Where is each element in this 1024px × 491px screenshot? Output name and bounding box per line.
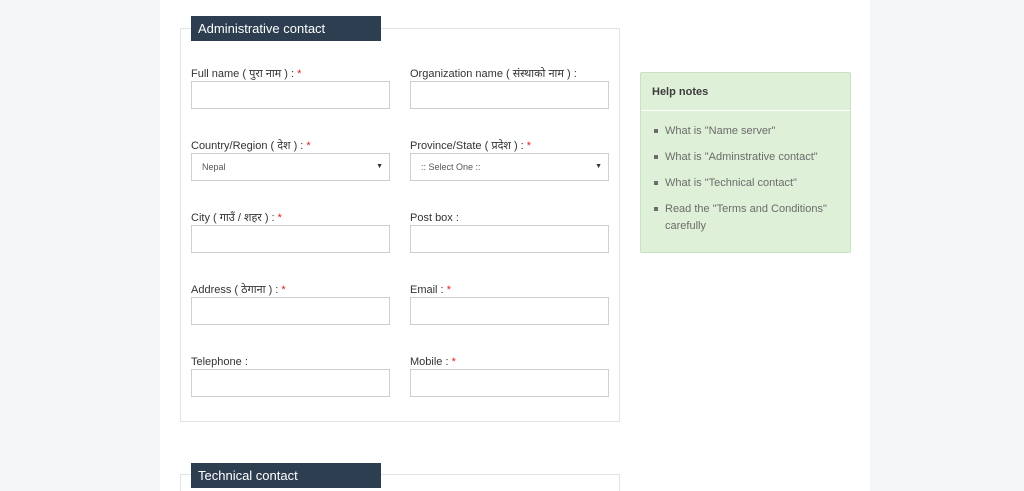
email-label: Email : * xyxy=(410,284,451,296)
help-notes-title: Help notes xyxy=(641,73,850,111)
square-bullet-icon xyxy=(654,181,658,185)
required-mark: * xyxy=(526,140,532,152)
address-field: Address ( ठेगाना ) : * xyxy=(191,283,390,325)
province-select-value: :: Select One :: xyxy=(421,162,481,172)
province-field: Province/State ( प्रदेश ) : * :: Select … xyxy=(410,139,609,181)
province-label: Province/State ( प्रदेश ) : * xyxy=(410,140,532,152)
help-notes-panel: Help notes What is "Name server" What is… xyxy=(640,72,851,253)
square-bullet-icon xyxy=(654,207,658,211)
help-link-terms[interactable]: Read the "Terms and Conditions" carefull… xyxy=(654,201,836,235)
help-notes-list: What is "Name server" What is "Adminstra… xyxy=(641,111,850,235)
caret-down-icon: ▼ xyxy=(595,163,602,170)
help-link-name-server[interactable]: What is "Name server" xyxy=(654,123,836,140)
help-link-admin-contact[interactable]: What is "Adminstrative contact" xyxy=(654,149,836,166)
telephone-field: Telephone : xyxy=(191,355,390,397)
required-mark: * xyxy=(451,356,456,368)
full-name-label: Full name ( पुरा नाम ) : * xyxy=(191,68,302,80)
country-field: Country/Region ( देश ) : * Nepal ▼ xyxy=(191,139,390,181)
help-item-text[interactable]: What is "Adminstrative contact" xyxy=(665,151,818,163)
mobile-label: Mobile : * xyxy=(410,356,456,368)
postbox-label: Post box : xyxy=(410,212,459,224)
admin-contact-legend: Administrative contact xyxy=(191,16,381,41)
required-mark: * xyxy=(306,140,311,152)
telephone-input[interactable] xyxy=(191,369,390,397)
help-item-text[interactable]: What is "Name server" xyxy=(665,125,776,137)
city-label: City ( गाउँ / शहर ) : * xyxy=(191,212,282,224)
full-name-field: Full name ( पुरा नाम ) : * xyxy=(191,67,390,109)
email-field: Email : * xyxy=(410,283,609,325)
square-bullet-icon xyxy=(654,129,658,133)
help-link-technical-contact[interactable]: What is "Technical contact" xyxy=(654,175,836,192)
required-mark: * xyxy=(281,284,286,296)
org-name-label: Organization name ( संस्थाको नाम ) : xyxy=(410,68,577,80)
country-label: Country/Region ( देश ) : * xyxy=(191,140,311,152)
full-name-input[interactable] xyxy=(191,81,390,109)
city-input[interactable] xyxy=(191,225,390,253)
country-select-value: Nepal xyxy=(202,162,226,172)
org-name-field: Organization name ( संस्थाको नाम ) : xyxy=(410,67,609,109)
required-mark: * xyxy=(446,284,451,296)
org-name-input[interactable] xyxy=(410,81,609,109)
country-select[interactable]: Nepal ▼ xyxy=(191,153,390,181)
help-item-text[interactable]: What is "Technical contact" xyxy=(665,177,797,189)
email-input[interactable] xyxy=(410,297,609,325)
postbox-field: Post box : xyxy=(410,211,609,253)
city-field: City ( गाउँ / शहर ) : * xyxy=(191,211,390,253)
square-bullet-icon xyxy=(654,155,658,159)
province-select[interactable]: :: Select One :: ▼ xyxy=(410,153,609,181)
address-input[interactable] xyxy=(191,297,390,325)
telephone-label: Telephone : xyxy=(191,356,248,368)
technical-contact-legend: Technical contact xyxy=(191,463,381,488)
mobile-field: Mobile : * xyxy=(410,355,609,397)
mobile-input[interactable] xyxy=(410,369,609,397)
address-label: Address ( ठेगाना ) : * xyxy=(191,284,286,296)
required-mark: * xyxy=(297,68,302,80)
caret-down-icon: ▼ xyxy=(376,163,383,170)
help-item-text[interactable]: Read the "Terms and Conditions" carefull… xyxy=(665,203,827,232)
postbox-input[interactable] xyxy=(410,225,609,253)
required-mark: * xyxy=(277,212,282,224)
